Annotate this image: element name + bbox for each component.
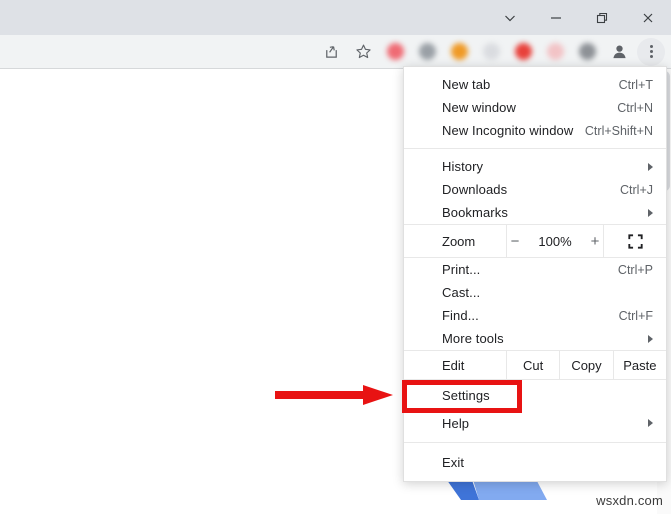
submenu-arrow-icon — [648, 334, 653, 343]
three-dot-menu-icon[interactable] — [637, 37, 665, 66]
watermark: wsxdn.com — [596, 493, 663, 508]
menu-item-label: Help — [442, 415, 470, 431]
zoom-controls: − 100% + — [506, 225, 604, 257]
edit-row: Edit Cut Copy Paste — [404, 350, 666, 380]
tab-search-chevron-icon[interactable] — [487, 0, 533, 35]
extension-icon-2[interactable] — [413, 38, 441, 66]
extension-icon-1[interactable] — [381, 38, 409, 66]
profile-avatar-icon[interactable] — [605, 38, 633, 66]
menu-item-label: Cast... — [442, 285, 481, 300]
star-icon[interactable] — [349, 38, 377, 66]
zoom-row: Zoom − 100% + — [404, 224, 666, 258]
menu-item-label: Settings — [442, 387, 490, 403]
close-button[interactable] — [625, 0, 671, 35]
menu-item-find[interactable]: Find... Ctrl+F — [404, 304, 666, 327]
zoom-label: Zoom — [442, 233, 476, 249]
menu-item-label: History — [442, 159, 484, 174]
menu-divider — [404, 442, 666, 443]
menu-item-history[interactable]: History — [404, 155, 666, 178]
menu-item-shortcut: Ctrl+N — [617, 100, 653, 115]
zoom-level-value: 100% — [538, 233, 572, 249]
extension-icon-5[interactable] — [509, 38, 537, 66]
submenu-arrow-icon — [648, 419, 653, 427]
menu-item-bookmarks[interactable]: Bookmarks — [404, 201, 666, 224]
menu-item-shortcut: Ctrl+T — [618, 77, 653, 92]
window-title-bar — [0, 0, 671, 35]
menu-item-downloads[interactable]: Downloads Ctrl+J — [404, 178, 666, 201]
menu-item-label: Find... — [442, 308, 479, 323]
menu-item-label: New tab — [442, 77, 491, 92]
submenu-arrow-icon — [648, 162, 653, 171]
extension-icon-3[interactable] — [445, 38, 473, 66]
menu-item-shortcut: Ctrl+J — [620, 182, 653, 197]
menu-item-new-window[interactable]: New window Ctrl+N — [404, 96, 666, 119]
chrome-main-menu: New tab Ctrl+T New window Ctrl+N New Inc… — [402, 66, 667, 482]
submenu-arrow-icon — [648, 208, 653, 217]
settings-row-wrapper: Settings — [402, 380, 666, 413]
menu-item-new-incognito-window[interactable]: New Incognito window Ctrl+Shift+N — [404, 119, 666, 142]
menu-item-shortcut: Ctrl+Shift+N — [584, 123, 653, 138]
annotation-arrow — [275, 385, 393, 405]
menu-item-label: Exit — [442, 454, 465, 470]
minimize-button[interactable] — [533, 0, 579, 35]
extension-icon-7[interactable] — [573, 38, 601, 66]
extension-icon-6[interactable] — [541, 38, 569, 66]
fullscreen-icon[interactable] — [604, 225, 666, 257]
menu-item-exit[interactable]: Exit — [404, 449, 666, 475]
menu-item-new-tab[interactable]: New tab Ctrl+T — [404, 73, 666, 96]
zoom-out-button[interactable]: − — [508, 234, 522, 249]
menu-item-print[interactable]: Print... Ctrl+P — [404, 258, 666, 281]
cut-button[interactable]: Cut — [506, 351, 559, 379]
browser-window: New tab Ctrl+T New window Ctrl+N New Inc… — [0, 0, 671, 514]
menu-item-label: New window — [442, 100, 516, 115]
menu-item-label: Print... — [442, 262, 481, 277]
menu-item-cast[interactable]: Cast... — [404, 281, 666, 304]
menu-item-label: Bookmarks — [442, 205, 508, 220]
menu-item-shortcut: Ctrl+F — [618, 308, 653, 323]
edit-label: Edit — [442, 357, 465, 373]
menu-item-label: Downloads — [442, 182, 508, 197]
menu-item-help[interactable]: Help — [404, 410, 666, 436]
browser-toolbar — [0, 35, 671, 68]
zoom-in-button[interactable]: + — [588, 234, 602, 249]
menu-item-shortcut: Ctrl+P — [617, 262, 653, 277]
menu-item-label: New Incognito window — [442, 123, 574, 138]
maximize-restore-button[interactable] — [579, 0, 625, 35]
menu-item-label: More tools — [442, 331, 504, 346]
share-icon[interactable] — [317, 38, 345, 66]
menu-item-settings[interactable]: Settings — [404, 380, 666, 410]
menu-divider — [404, 148, 666, 149]
extension-icon-4[interactable] — [477, 38, 505, 66]
menu-item-more-tools[interactable]: More tools — [404, 327, 666, 350]
copy-button[interactable]: Copy — [559, 351, 612, 379]
paste-button[interactable]: Paste — [612, 351, 666, 379]
